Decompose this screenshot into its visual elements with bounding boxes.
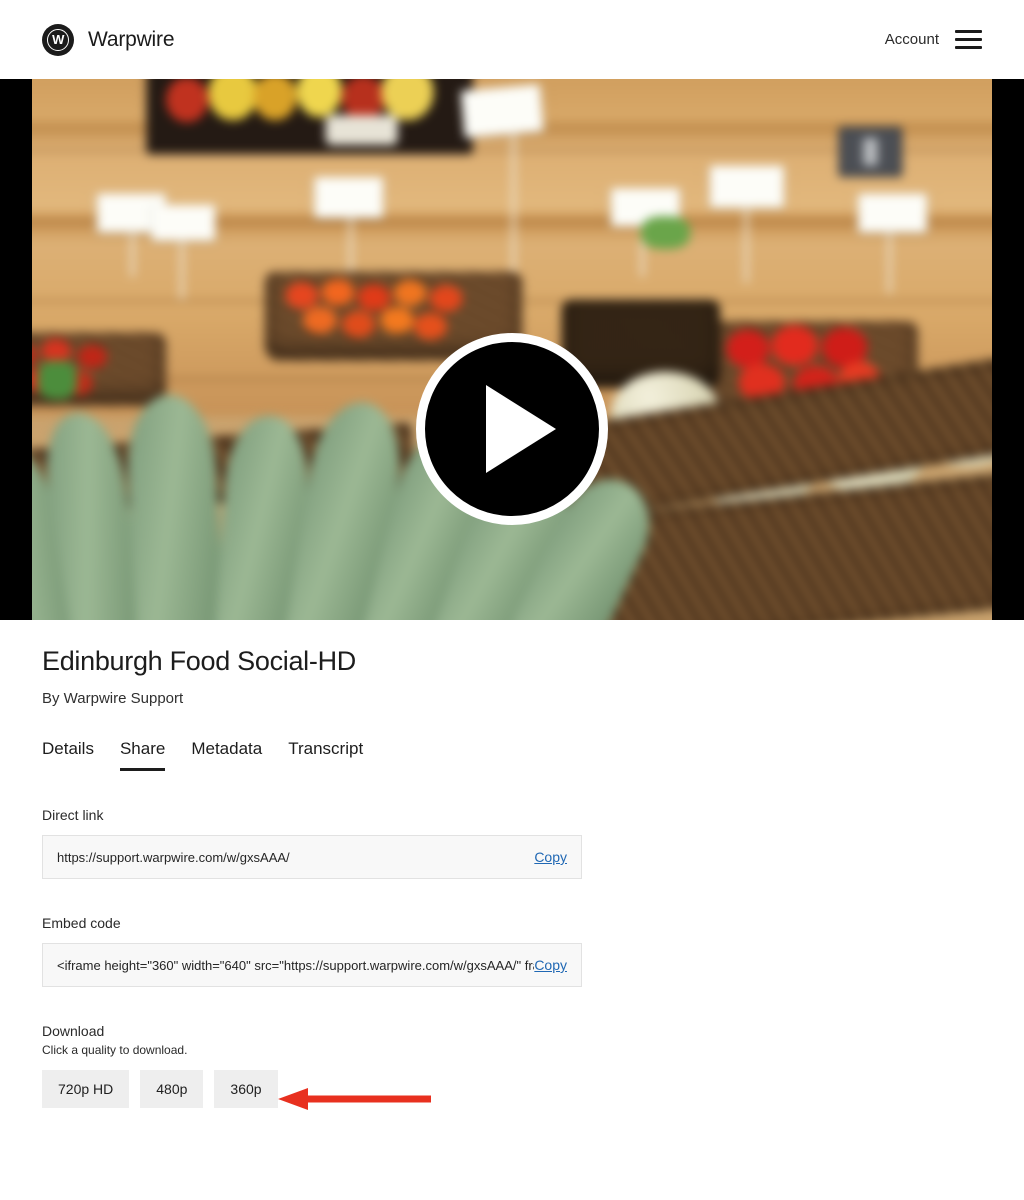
tomato bbox=[393, 279, 427, 307]
fruit bbox=[341, 79, 385, 121]
embed-code-section: Embed code <iframe height="360" width="6… bbox=[42, 915, 982, 987]
tomato bbox=[32, 342, 36, 368]
fruit bbox=[253, 79, 297, 121]
hamburger-bar bbox=[955, 46, 982, 49]
play-button[interactable] bbox=[416, 333, 608, 525]
pepper bbox=[772, 325, 818, 366]
brand-name: Warpwire bbox=[88, 27, 175, 51]
download-720p-button[interactable]: 720p HD bbox=[42, 1070, 130, 1108]
tomato bbox=[429, 284, 463, 312]
tomato bbox=[413, 312, 448, 340]
play-icon bbox=[486, 385, 556, 473]
hamburger-bar bbox=[955, 30, 982, 33]
price-tag bbox=[858, 193, 928, 233]
direct-link-field[interactable]: https://support.warpwire.com/w/gxsAAA/ C… bbox=[42, 835, 582, 879]
fruit bbox=[381, 79, 434, 121]
download-section: Download Click a quality to download. 72… bbox=[42, 1023, 982, 1108]
pepper bbox=[726, 329, 770, 368]
tag-stick bbox=[131, 226, 135, 278]
tab-metadata[interactable]: Metadata bbox=[191, 739, 262, 771]
account-button[interactable]: Account bbox=[885, 31, 939, 48]
hamburger-icon[interactable] bbox=[955, 30, 982, 49]
logo-letter: W bbox=[52, 32, 64, 47]
fruit bbox=[165, 79, 209, 123]
video-player[interactable] bbox=[0, 79, 1024, 620]
tomato bbox=[41, 338, 72, 364]
price-tag bbox=[151, 204, 216, 241]
copy-direct-link-button[interactable]: Copy bbox=[534, 849, 567, 865]
direct-link-label: Direct link bbox=[42, 807, 104, 823]
media-details: Edinburgh Food Social-HD By Warpwire Sup… bbox=[0, 646, 1024, 1108]
download-hint: Click a quality to download. bbox=[42, 1043, 188, 1057]
greens bbox=[640, 215, 690, 250]
download-quality-list: 720p HD 480p 360p bbox=[42, 1070, 982, 1108]
direct-link-section: Direct link https://support.warpwire.com… bbox=[42, 807, 982, 879]
tag-stick bbox=[887, 226, 891, 294]
tab-share[interactable]: Share bbox=[119, 739, 166, 771]
leek-leaf bbox=[123, 392, 226, 620]
tomato bbox=[303, 307, 337, 334]
tag-stick bbox=[744, 204, 748, 283]
embed-code-field[interactable]: <iframe height="360" width="640" src="ht… bbox=[42, 943, 582, 987]
tomato bbox=[380, 307, 414, 334]
site-header: W Warpwire Account bbox=[0, 0, 1024, 79]
tomato bbox=[357, 283, 391, 311]
upper-crate bbox=[146, 79, 473, 155]
tab-details[interactable]: Details bbox=[42, 739, 94, 771]
wall-switch-icon bbox=[838, 126, 903, 177]
download-360p-button[interactable]: 360p bbox=[214, 1070, 278, 1108]
fruit bbox=[208, 79, 258, 121]
byline: By Warpwire Support bbox=[42, 690, 184, 707]
download-480p-button[interactable]: 480p bbox=[140, 1070, 204, 1108]
tomato bbox=[76, 344, 108, 369]
hamburger-bar bbox=[955, 38, 982, 41]
fruit bbox=[296, 79, 342, 118]
direct-link-value[interactable]: https://support.warpwire.com/w/gxsAAA/ bbox=[57, 850, 534, 865]
embed-code-value[interactable]: <iframe height="360" width="640" src="ht… bbox=[57, 958, 534, 973]
price-tag bbox=[460, 84, 544, 139]
tomato bbox=[341, 310, 376, 338]
tomato bbox=[285, 282, 319, 309]
tab-transcript[interactable]: Transcript bbox=[288, 739, 363, 771]
embed-code-label: Embed code bbox=[42, 915, 121, 931]
price-tag bbox=[314, 176, 384, 219]
fruit bbox=[325, 114, 398, 145]
price-tag bbox=[709, 165, 784, 208]
page-title: Edinburgh Food Social-HD bbox=[42, 646, 356, 676]
tab-bar: Details Share Metadata Transcript bbox=[42, 739, 982, 771]
download-label: Download bbox=[42, 1023, 105, 1039]
tag-stick bbox=[180, 238, 184, 300]
tomato bbox=[321, 278, 355, 306]
brand-logo[interactable]: W Warpwire bbox=[42, 23, 175, 56]
header-actions: Account bbox=[885, 30, 982, 49]
copy-embed-code-button[interactable]: Copy bbox=[534, 957, 567, 973]
warpwire-logo-icon: W bbox=[42, 23, 74, 56]
